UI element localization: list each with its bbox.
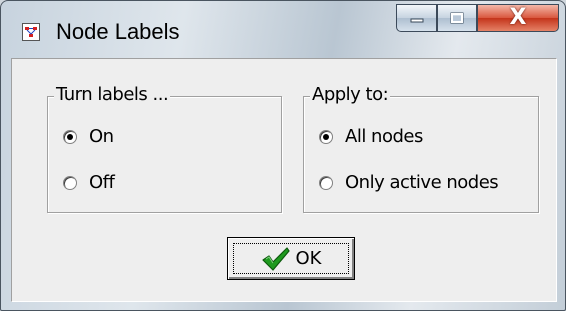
close-icon: X	[509, 5, 527, 30]
radio-all-nodes-label[interactable]: All nodes	[345, 126, 423, 147]
radio-off[interactable]: Off	[63, 172, 115, 193]
ok-focus-rect	[233, 243, 349, 274]
radio-on[interactable]: On	[63, 126, 114, 147]
close-button[interactable]: X	[477, 4, 559, 32]
radio-all-nodes-button[interactable]	[319, 129, 333, 144]
maximize-icon	[450, 12, 464, 24]
radio-on-label[interactable]: On	[89, 126, 114, 147]
ok-label[interactable]: OK	[296, 248, 322, 269]
apply-to-group: Apply to: All nodes Only active nodes	[303, 84, 539, 213]
radio-only-active-nodes-button[interactable]	[319, 175, 333, 190]
radio-only-active-nodes-label[interactable]: Only active nodes	[345, 172, 499, 193]
radio-only-active-nodes[interactable]: Only active nodes	[319, 172, 499, 193]
apply-to-legend: Apply to:	[310, 84, 391, 105]
radio-on-button[interactable]	[63, 129, 77, 144]
minimize-icon	[410, 18, 423, 23]
title-bar[interactable]: Node Labels X	[1, 1, 565, 57]
dialog-client-area: Turn labels ... On Off Apply to: All nod…	[11, 58, 557, 302]
ok-button[interactable]: OK	[227, 237, 355, 280]
radio-off-button[interactable]	[63, 175, 77, 190]
checkmark-icon	[261, 246, 290, 271]
minimize-button[interactable]	[396, 4, 437, 32]
turn-labels-group: Turn labels ... On Off	[47, 84, 282, 213]
maximize-button[interactable]	[437, 4, 477, 32]
window-title: Node Labels	[56, 19, 180, 44]
radio-off-label[interactable]: Off	[89, 172, 115, 193]
node-labels-dialog: Node Labels X Turn labels ... On Off App…	[0, 0, 566, 311]
node-labels-app-icon[interactable]	[22, 23, 40, 41]
radio-all-nodes[interactable]: All nodes	[319, 126, 423, 147]
turn-labels-legend: Turn labels ...	[54, 84, 171, 105]
